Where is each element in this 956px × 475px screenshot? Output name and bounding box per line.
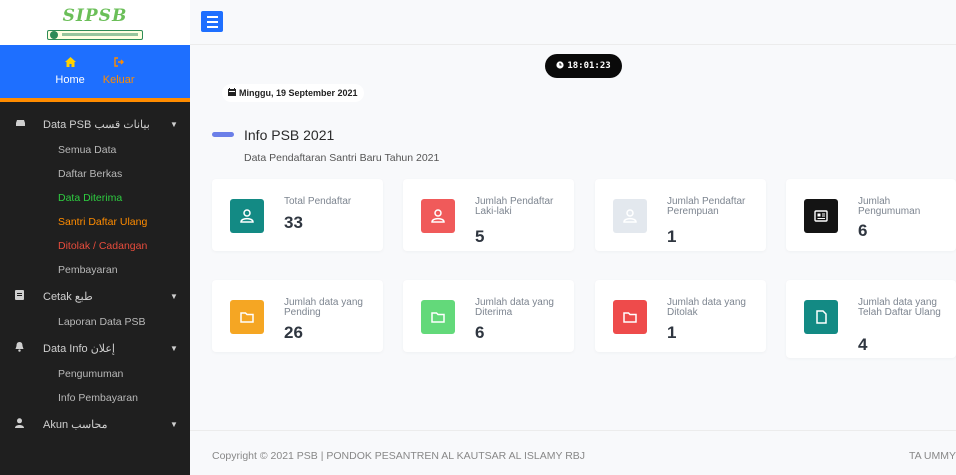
stat-label: Jumlah Pendaftar Perempuan (667, 196, 746, 217)
sidebar-toggle-button[interactable] (201, 11, 223, 32)
stat-value: 1 (667, 227, 677, 246)
sipsb-logo[interactable]: SIPSB (47, 6, 143, 40)
home-link[interactable]: Home (55, 57, 85, 86)
caret-down-icon: ▼ (170, 119, 178, 129)
menu-item-laporan-data-psb[interactable]: Laporan Data PSB (0, 310, 190, 334)
menu-group-label: Data Info إعلان (43, 342, 115, 355)
info-accent-bar (212, 132, 234, 137)
clock-icon (556, 60, 564, 72)
user-icon (15, 417, 43, 431)
calendar-icon (228, 88, 236, 98)
menu-item-info-pembayaran[interactable]: Info Pembayaran (0, 386, 190, 410)
page-title: Info PSB 2021 (244, 127, 335, 143)
menu-item-data-diterima[interactable]: Data Diterima (0, 186, 190, 210)
stat-label: Jumlah data yang Diterima (475, 297, 554, 318)
user-icon (421, 199, 455, 233)
stat-card-pendaftar-perempuan[interactable]: Jumlah Pendaftar Perempuan 1 (595, 179, 766, 251)
footer-copyright: Copyright © 2021 PSB | PONDOK PESANTREN … (212, 450, 586, 462)
stat-value: 6 (475, 323, 485, 342)
stat-value: 5 (475, 227, 485, 246)
stat-label: Jumlah data yang Pending (284, 297, 363, 318)
menu-item-pengumuman[interactable]: Pengumuman (0, 362, 190, 386)
user-icon (613, 199, 647, 233)
user-panel: Home Keluar (0, 45, 190, 102)
stat-card-ditolak[interactable]: Jumlah data yang Ditolak 1 (595, 280, 766, 352)
stat-card-pengumuman[interactable]: Jumlah Pengumuman 6 (786, 179, 956, 251)
logo-text: SIPSB (62, 5, 128, 26)
stat-label: Jumlah Pengumuman (858, 196, 921, 217)
stat-card-pendaftar-laki-laki[interactable]: Jumlah Pendaftar Laki-laki 5 (403, 179, 574, 251)
menu-item-pembayaran[interactable]: Pembayaran (0, 258, 190, 282)
date-badge: Minggu, 19 September 2021 (222, 84, 364, 102)
sidebar-menu: Data PSB بيانات قسب ▼ Semua Data Daftar … (0, 102, 190, 438)
stat-card-daftar-ulang[interactable]: Jumlah data yang Telah Daftar Ulang 4 (786, 280, 956, 358)
menu-item-daftar-berkas[interactable]: Daftar Berkas (0, 162, 190, 186)
file-icon (804, 300, 838, 334)
topbar (190, 0, 956, 45)
menu-group-data-info[interactable]: Data Info إعلان ▼ (0, 334, 190, 362)
sign-out-icon (113, 57, 124, 70)
user-icon (230, 199, 264, 233)
stat-label: Jumlah data yang Telah Daftar Ulang (858, 297, 941, 318)
menu-group-data-psb[interactable]: Data PSB بيانات قسب ▼ (0, 110, 190, 138)
footer: Copyright © 2021 PSB | PONDOK PESANTREN … (190, 430, 956, 475)
newspaper-icon (804, 199, 838, 233)
caret-down-icon: ▼ (170, 343, 178, 353)
sidebar: SIPSB Home Keluar Data PSB بيانات قسب ▼ (0, 0, 190, 475)
folder-icon (421, 300, 455, 334)
menu-group-label: Cetak طبع (43, 290, 93, 303)
clock-time: 18:01:23 (567, 61, 611, 71)
home-icon (64, 57, 76, 70)
car-icon (15, 118, 43, 130)
logout-link[interactable]: Keluar (103, 57, 135, 86)
stat-label: Jumlah Pendaftar Laki-laki (475, 196, 554, 217)
folder-icon (230, 300, 264, 334)
menu-item-santri-daftar-ulang[interactable]: Santri Daftar Ulang (0, 210, 190, 234)
stat-card-pending[interactable]: Jumlah data yang Pending 26 (212, 280, 383, 352)
menu-item-semua-data[interactable]: Semua Data (0, 138, 190, 162)
stat-value: 4 (858, 335, 868, 354)
stat-value: 1 (667, 323, 677, 342)
brand-header[interactable]: SIPSB (0, 0, 190, 45)
folder-icon (613, 300, 647, 334)
footer-version: TA UMMY (908, 450, 956, 462)
menu-group-akun[interactable]: Akun محاسب ▼ (0, 410, 190, 438)
logo-badge-icon (47, 29, 143, 40)
menu-group-cetak[interactable]: Cetak طبع ▼ (0, 282, 190, 310)
bell-icon (15, 341, 43, 355)
clock-badge: 18:01:23 (545, 54, 622, 78)
caret-down-icon: ▼ (170, 419, 178, 429)
caret-down-icon: ▼ (170, 291, 178, 301)
stat-value: 6 (858, 221, 868, 240)
stat-card-total-pendaftar[interactable]: Total Pendaftar 33 (212, 179, 383, 251)
stat-label: Total Pendaftar (284, 196, 352, 207)
logout-label: Keluar (102, 74, 135, 86)
print-icon (15, 289, 43, 303)
date-text: Minggu, 19 September 2021 (239, 88, 358, 98)
stat-value: 26 (284, 323, 303, 342)
stat-card-diterima[interactable]: Jumlah data yang Diterima 6 (403, 280, 574, 352)
stat-value: 33 (284, 213, 303, 232)
page-subtitle: Data Pendaftaran Santri Baru Tahun 2021 (244, 152, 440, 164)
menu-group-label: Data PSB بيانات قسب (43, 118, 150, 131)
menu-item-ditolak-cadangan[interactable]: Ditolak / Cadangan (0, 234, 190, 258)
stat-label: Jumlah data yang Ditolak (667, 297, 746, 318)
menu-group-label: Akun محاسب (43, 418, 108, 431)
home-label: Home (55, 74, 85, 86)
